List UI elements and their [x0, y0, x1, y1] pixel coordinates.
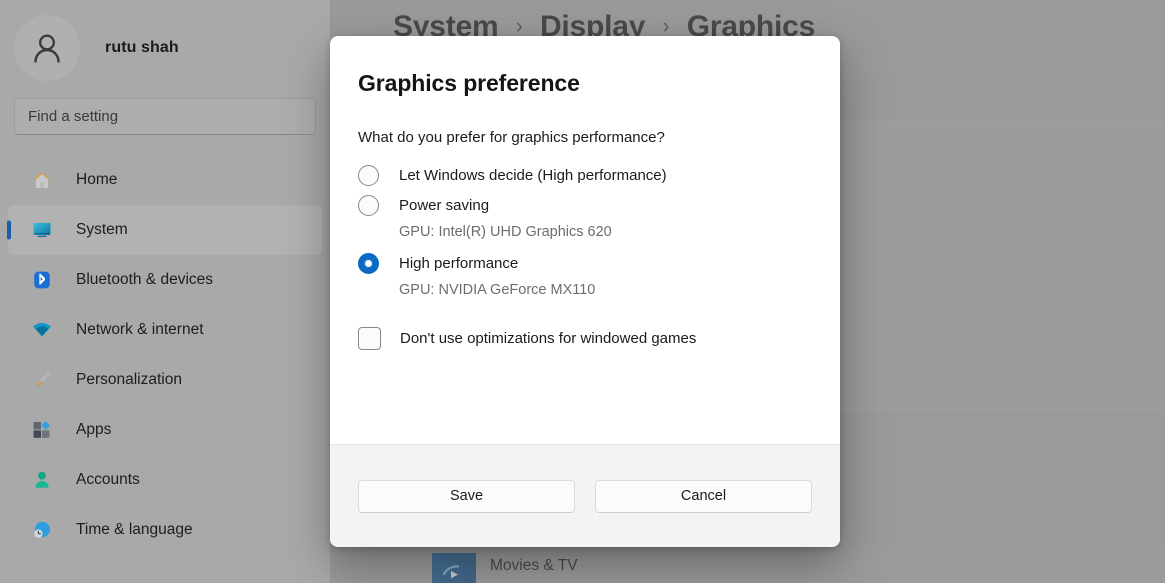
- radio-option-power-saving[interactable]: Power saving: [358, 191, 812, 219]
- sidebar-item-home[interactable]: Home: [8, 155, 322, 205]
- account-name: rutu shah: [105, 39, 179, 56]
- avatar: [14, 15, 80, 81]
- search-placeholder: Find a setting: [28, 108, 119, 125]
- apps-grid-icon: [30, 418, 54, 442]
- dialog-body: Graphics preference What do you prefer f…: [330, 36, 840, 444]
- radio-button-selected-icon[interactable]: [358, 252, 379, 274]
- radio-option-high-performance[interactable]: High performance: [358, 249, 812, 277]
- bluetooth-icon: [30, 268, 54, 292]
- radio-button-unselected-icon[interactable]: [358, 164, 379, 186]
- sidebar-item-label: Personalization: [76, 371, 182, 388]
- sidebar-item-apps[interactable]: Apps: [8, 405, 322, 455]
- radio-option-gpu-sublabel: GPU: Intel(R) UHD Graphics 620: [399, 224, 612, 240]
- save-button[interactable]: Save: [358, 479, 575, 513]
- radio-option-gpu-sublabel: GPU: NVIDIA GeForce MX110: [399, 282, 596, 298]
- sidebar-item-time-language[interactable]: Time & language: [8, 505, 322, 555]
- radio-option-let-windows-decide[interactable]: Let Windows decide (High performance): [358, 161, 812, 189]
- display-monitor-icon: [30, 218, 54, 242]
- sidebar-item-label: Time & language: [76, 521, 193, 538]
- dialog-footer: Save Cancel: [330, 444, 840, 547]
- checkbox-label: Don't use optimizations for windowed gam…: [400, 330, 697, 347]
- clock-globe-icon: [30, 518, 54, 542]
- radio-option-label: High performance: [399, 254, 519, 272]
- sidebar-item-label: Home: [76, 171, 118, 188]
- sidebar-item-label: Bluetooth & devices: [76, 271, 214, 288]
- graphics-preference-dialog: Graphics preference What do you prefer f…: [330, 36, 840, 547]
- home-icon: [30, 168, 54, 192]
- dialog-title: Graphics preference: [358, 70, 580, 96]
- account-person-icon: [30, 468, 54, 492]
- chevron-right-icon: ›: [515, 13, 523, 38]
- checkbox-unchecked-icon[interactable]: [358, 327, 381, 350]
- paintbrush-icon: [30, 368, 54, 392]
- dialog-question: What do you prefer for graphics performa…: [358, 129, 665, 146]
- app-list-row[interactable]: Movies & TV: [360, 548, 1165, 583]
- radio-option-label: Power saving: [399, 196, 490, 214]
- account-row[interactable]: rutu shah: [0, 0, 330, 82]
- cancel-button[interactable]: Cancel: [595, 479, 812, 513]
- chevron-right-icon: ›: [662, 13, 670, 38]
- sidebar-item-label: System: [76, 221, 128, 238]
- radio-button-unselected-icon[interactable]: [358, 194, 379, 216]
- search-wrap: Find a setting: [0, 82, 330, 135]
- radio-option-label: Let Windows decide (High performance): [399, 166, 667, 184]
- sidebar-nav: Home System Bluetooth & devices Network …: [0, 155, 330, 555]
- sidebar-item-label: Accounts: [76, 471, 140, 488]
- windowed-games-optimizations-row[interactable]: Don't use optimizations for windowed gam…: [358, 327, 812, 350]
- sidebar-item-bluetooth-devices[interactable]: Bluetooth & devices: [8, 255, 322, 305]
- movies-tv-icon: [432, 553, 476, 583]
- settings-app-window: rutu shah Find a setting Home System Blu…: [0, 0, 1165, 583]
- sidebar-item-personalization[interactable]: Personalization: [8, 355, 322, 405]
- wifi-icon: [30, 318, 54, 342]
- graphics-preference-radio-group: Let Windows decide (High performance) Po…: [358, 161, 812, 298]
- sidebar-item-system[interactable]: System: [8, 205, 322, 255]
- sidebar-item-accounts[interactable]: Accounts: [8, 455, 322, 505]
- search-input[interactable]: Find a setting: [14, 98, 316, 135]
- sidebar-item-label: Apps: [76, 421, 112, 438]
- sidebar-item-network-internet[interactable]: Network & internet: [8, 305, 322, 355]
- sidebar: rutu shah Find a setting Home System Blu…: [0, 0, 330, 583]
- app-row-label: Movies & TV: [490, 556, 578, 574]
- sidebar-item-label: Network & internet: [76, 321, 204, 338]
